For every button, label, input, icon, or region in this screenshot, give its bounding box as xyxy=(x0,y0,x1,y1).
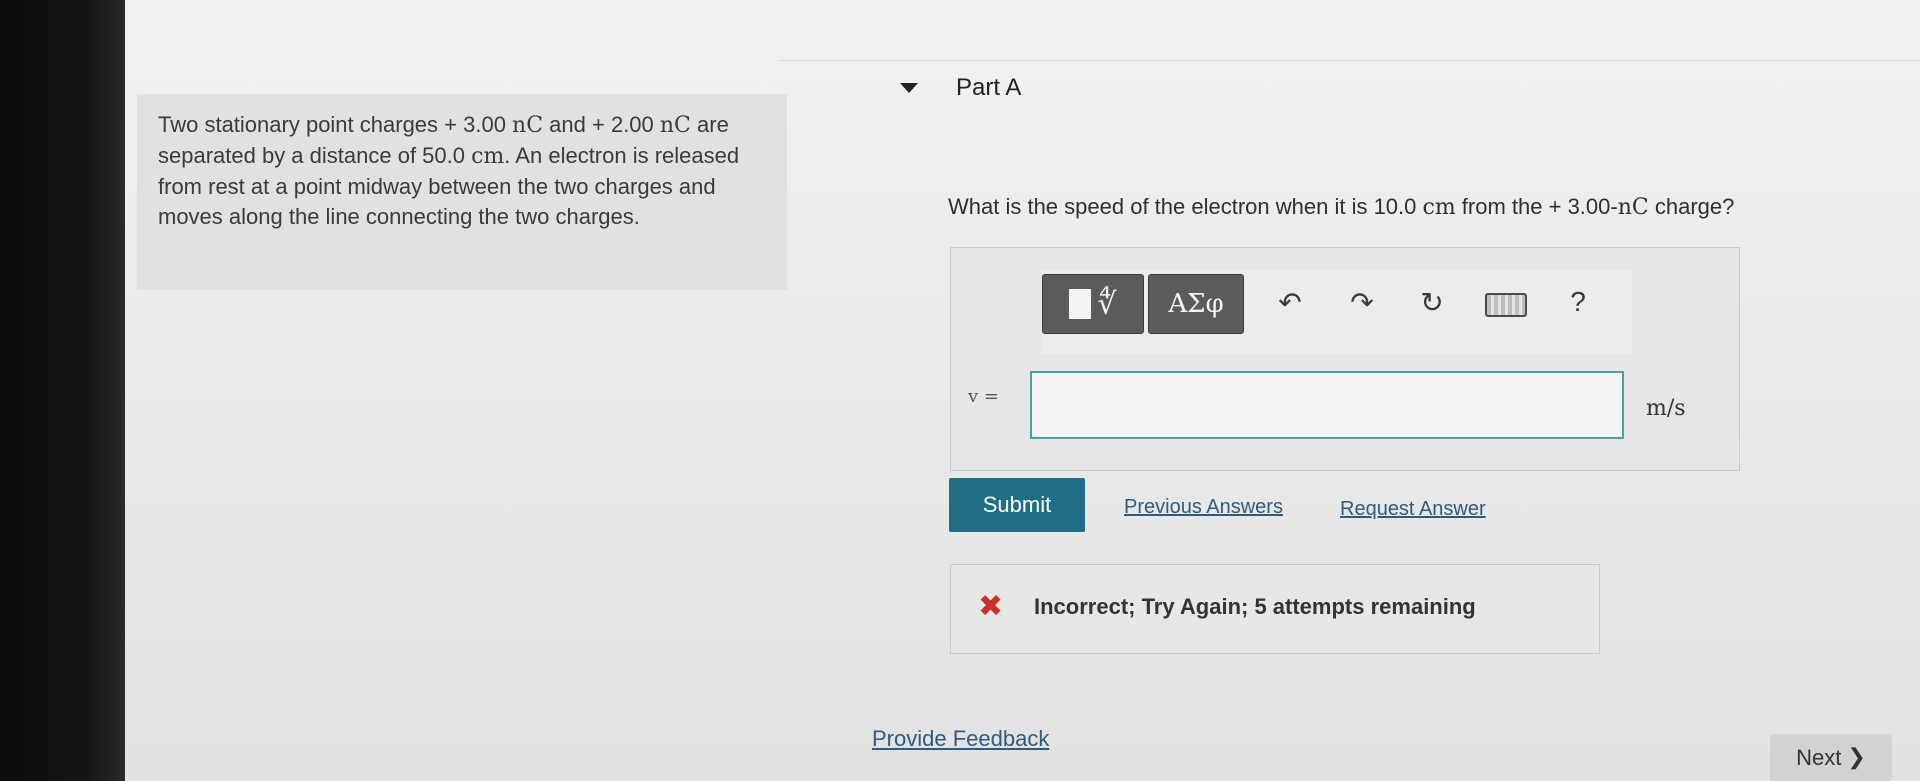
provide-feedback-link[interactable]: Provide Feedback xyxy=(872,726,1049,752)
chevron-right-icon: ❯ xyxy=(1847,745,1866,770)
question-text-part: charge? xyxy=(1648,194,1735,219)
incorrect-x-icon: ✖ xyxy=(978,589,1004,624)
unit-nc: nC xyxy=(1617,195,1649,220)
answer-input[interactable] xyxy=(1030,371,1624,439)
template-block-icon xyxy=(1069,289,1092,319)
next-button[interactable]: Next ❯ xyxy=(1770,734,1892,781)
part-title: Part A xyxy=(956,74,1022,101)
question-text: What is the speed of the electron when i… xyxy=(948,194,1734,220)
submit-button[interactable]: Submit xyxy=(949,478,1085,532)
answer-variable-label: v = xyxy=(968,386,999,407)
problem-text: Two stationary point charges + 3.00 xyxy=(158,112,513,137)
help-button[interactable]: ? xyxy=(1560,282,1596,322)
divider xyxy=(780,60,1920,61)
undo-icon[interactable]: ↶ xyxy=(1270,282,1310,322)
keyboard-icon xyxy=(1485,293,1527,317)
unit-nc: nC xyxy=(512,113,544,138)
problem-text: and + 2.00 xyxy=(543,112,660,137)
unit-cm: cm xyxy=(1422,195,1456,220)
feedback-message: Incorrect; Try Again; 5 attempts remaini… xyxy=(1034,594,1476,619)
unit-cm: cm xyxy=(471,144,505,169)
previous-answers-link[interactable]: Previous Answers xyxy=(1124,496,1283,519)
question-text-part: from the + 3.00- xyxy=(1455,194,1618,219)
next-label: Next xyxy=(1796,744,1842,770)
question-text-part: What is the speed of the electron when i… xyxy=(948,194,1423,219)
problem-statement: Two stationary point charges + 3.00 nC a… xyxy=(158,110,768,232)
collapse-caret-icon[interactable] xyxy=(900,83,918,93)
part-a-header[interactable]: Part A xyxy=(900,74,1021,102)
monitor-bezel xyxy=(0,0,125,781)
radical-icon: ∜ xyxy=(1097,286,1117,322)
redo-icon[interactable]: ↷ xyxy=(1342,282,1382,322)
request-answer-link[interactable]: Request Answer xyxy=(1340,498,1486,521)
symbols-button[interactable]: ΑΣφ xyxy=(1148,274,1244,334)
keyboard-button[interactable] xyxy=(1484,292,1528,318)
unit-nc: nC xyxy=(659,113,691,138)
reset-icon[interactable]: ↻ xyxy=(1412,282,1452,322)
answer-unit: m/s xyxy=(1646,396,1686,421)
templates-button[interactable]: ∜ xyxy=(1042,274,1144,334)
